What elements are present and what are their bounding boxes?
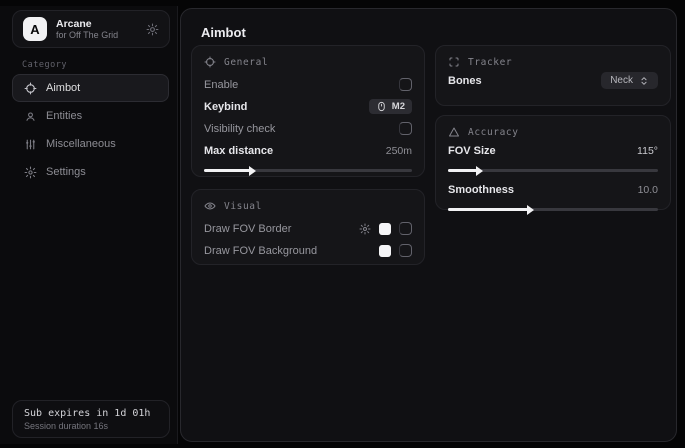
entities-icon	[24, 110, 37, 123]
smoothness-label: Smoothness	[448, 184, 514, 196]
visual-card-header: Visual	[204, 200, 412, 212]
tracker-card: Tracker Bones Neck	[435, 45, 671, 106]
scan-icon	[448, 56, 460, 68]
smoothness-slider[interactable]	[448, 208, 658, 211]
draw-fov-background-row: Draw FOV Background	[204, 240, 412, 261]
tracker-card-header: Tracker	[448, 56, 658, 68]
max-distance-slider-thumb[interactable]	[249, 166, 256, 176]
fov-size-slider-fill	[448, 169, 477, 172]
sidebar-item-miscellaneous[interactable]: Miscellaneous	[12, 130, 169, 158]
fov-border-settings-gear-icon[interactable]	[359, 223, 371, 235]
triangle-icon	[448, 126, 460, 138]
bones-select-button[interactable]: Neck	[601, 72, 658, 89]
eye-icon	[204, 200, 216, 212]
sidebar-item-label: Miscellaneous	[46, 138, 116, 150]
chevrons-up-down-icon	[639, 76, 649, 86]
keybind-label: Keybind	[204, 101, 247, 113]
max-distance-label: Max distance	[204, 145, 273, 157]
fov-size-row: FOV Size 115°	[448, 140, 658, 161]
fov-size-slider-thumb[interactable]	[476, 166, 483, 176]
max-distance-slider[interactable]	[204, 169, 412, 172]
subscription-status-card: Sub expires in 1d 01h Session duration 1…	[12, 400, 170, 438]
smoothness-slider-thumb[interactable]	[527, 205, 534, 215]
app-logo: A	[23, 17, 47, 41]
accuracy-card-title: Accuracy	[468, 127, 519, 138]
session-duration-text: Session duration 16s	[24, 421, 158, 431]
crosshair-icon	[204, 56, 216, 68]
general-card: General Enable Keybind M2 Visibility che…	[191, 45, 425, 177]
max-distance-slider-fill	[204, 169, 250, 172]
logo-card: A Arcane for Off The Grid	[12, 10, 170, 48]
bones-row: Bones Neck	[448, 70, 658, 91]
category-label: Category	[22, 60, 67, 70]
general-card-header: General	[204, 56, 412, 68]
visual-card: Visual Draw FOV Border Draw FOV Backgrou…	[191, 189, 425, 265]
sidebar-nav: Aimbot Entities Miscellaneous	[12, 74, 169, 186]
draw-fov-border-checkbox[interactable]	[399, 222, 412, 235]
visibility-check-row: Visibility check	[204, 118, 412, 139]
enable-label: Enable	[204, 79, 238, 91]
sidebar-item-entities[interactable]: Entities	[12, 102, 169, 130]
draw-fov-background-label: Draw FOV Background	[204, 245, 317, 257]
sidebar-item-label: Entities	[46, 110, 82, 122]
fov-size-slider[interactable]	[448, 169, 658, 172]
fov-size-label: FOV Size	[448, 145, 496, 157]
draw-fov-border-label: Draw FOV Border	[204, 223, 291, 235]
bones-selected-value: Neck	[610, 75, 633, 86]
app-subtitle: for Off The Grid	[56, 30, 137, 41]
draw-fov-background-checkbox[interactable]	[399, 244, 412, 257]
enable-row: Enable	[204, 74, 412, 95]
page-title: Aimbot	[201, 25, 246, 40]
app-name: Arcane	[56, 18, 137, 30]
keybind-row: Keybind M2	[204, 96, 412, 117]
keybind-value: M2	[392, 101, 405, 112]
fov-size-value: 115°	[637, 145, 658, 157]
sliders-icon	[24, 138, 37, 151]
sidebar-item-aimbot[interactable]: Aimbot	[12, 74, 169, 102]
bones-label: Bones	[448, 75, 482, 87]
draw-fov-border-row: Draw FOV Border	[204, 218, 412, 239]
accuracy-card-header: Accuracy	[448, 126, 658, 138]
general-card-title: General	[224, 57, 268, 68]
smoothness-slider-fill	[448, 208, 528, 211]
fov-background-color-swatch[interactable]	[379, 245, 391, 257]
mouse-icon	[376, 101, 387, 112]
sidebar-item-label: Settings	[46, 166, 86, 178]
enable-checkbox[interactable]	[399, 78, 412, 91]
tracker-card-title: Tracker	[468, 57, 512, 68]
app-identity: Arcane for Off The Grid	[56, 18, 137, 41]
max-distance-row: Max distance 250m	[204, 140, 412, 161]
sidebar-item-label: Aimbot	[46, 82, 80, 94]
settings-gear-icon[interactable]	[146, 23, 159, 36]
gear-icon	[24, 166, 37, 179]
fov-border-color-swatch[interactable]	[379, 223, 391, 235]
smoothness-row: Smoothness 10.0	[448, 179, 658, 200]
max-distance-value: 250m	[386, 145, 412, 157]
visibility-check-checkbox[interactable]	[399, 122, 412, 135]
sidebar-item-settings[interactable]: Settings	[12, 158, 169, 186]
sub-expiry-text: Sub expires in 1d 01h	[24, 408, 158, 419]
sidebar: A Arcane for Off The Grid Category Aimbo…	[0, 6, 178, 444]
visual-card-title: Visual	[224, 201, 262, 212]
smoothness-value: 10.0	[638, 184, 658, 196]
accuracy-card: Accuracy FOV Size 115° Smoothness 10.0	[435, 115, 671, 210]
main-panel: Aimbot General Enable Keybind	[180, 8, 677, 442]
visibility-check-label: Visibility check	[204, 123, 275, 135]
crosshair-icon	[24, 82, 37, 95]
keybind-button[interactable]: M2	[369, 99, 412, 114]
